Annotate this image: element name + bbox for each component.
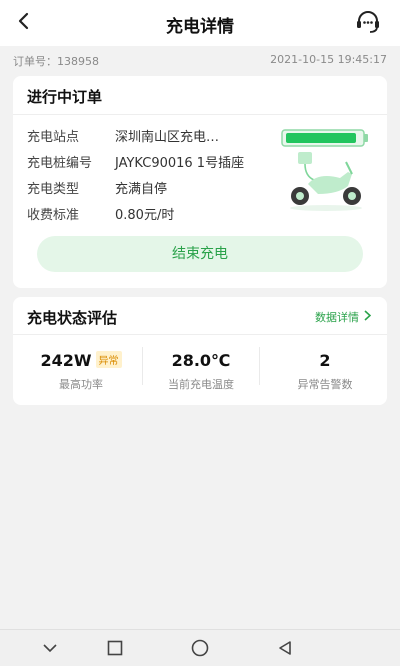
charging-status-title: 充电状态评估 <box>27 309 118 327</box>
system-navigation-bar <box>0 629 400 666</box>
nav-circle-icon[interactable] <box>188 638 212 658</box>
stat-value: 242W 异常 <box>23 351 139 370</box>
info-row-fee-standard: 收费标准 0.80元/时 <box>27 204 174 223</box>
active-order-card: 进行中订单 充电站点 深圳南山区充电… 充电桩编号 JAYKC90016 1号插… <box>13 76 387 288</box>
stat-value: 2 <box>319 351 331 370</box>
nav-square-icon[interactable] <box>103 638 127 658</box>
chevron-right-icon <box>364 310 372 324</box>
stat-alarm-count: 2 异常告警数 <box>267 351 383 392</box>
info-row-station: 充电站点 深圳南山区充电… <box>27 126 219 145</box>
info-key: 充电桩编号 <box>27 156 93 171</box>
stat-max-power: 242W 异常 最高功率 <box>23 351 139 392</box>
order-number-label: 订单号： <box>13 55 57 68</box>
order-number-value: 138958 <box>57 55 99 68</box>
order-number: 订单号：138958 <box>13 53 99 69</box>
max-power-value: 242W <box>40 351 92 370</box>
order-meta: 订单号：138958 2021-10-15 19:45:17 <box>13 53 387 69</box>
data-detail-label: 数据详情 <box>315 311 359 324</box>
divider <box>13 114 387 115</box>
charging-status-card: 充电状态评估 数据详情 242W 异常 最高功率 28.0℃ 当前充电温度 2 异… <box>13 297 387 405</box>
info-row-charge-type: 充电类型 充满自停 <box>27 178 167 197</box>
stat-label: 最高功率 <box>59 378 103 391</box>
stat-label: 异常告警数 <box>297 378 353 391</box>
info-value: 0.80元/时 <box>115 208 175 223</box>
info-key: 收费标准 <box>27 208 80 223</box>
info-value: JAYKC90016 1号插座 <box>115 156 245 171</box>
data-detail-link[interactable]: 数据详情 <box>315 309 372 325</box>
stat-divider <box>259 347 260 385</box>
info-value: 深圳南山区充电… <box>115 130 220 145</box>
support-button[interactable] <box>354 11 382 37</box>
info-value: 充满自停 <box>115 182 168 197</box>
info-key: 充电站点 <box>27 130 80 145</box>
active-order-title: 进行中订单 <box>27 88 103 106</box>
stat-current-temperature: 28.0℃ 当前充电温度 <box>143 351 259 392</box>
info-key: 充电类型 <box>27 182 80 197</box>
divider <box>13 334 387 335</box>
app-header: 充电详情 <box>0 0 400 46</box>
end-charging-button[interactable]: 结束充电 <box>37 236 363 272</box>
stat-label: 当前充电温度 <box>168 378 234 391</box>
nav-down-icon[interactable] <box>38 638 62 658</box>
info-row-pile-number: 充电桩编号 JAYKC90016 1号插座 <box>27 152 244 171</box>
headset-support-icon <box>355 10 381 38</box>
scooter-charging-icon <box>278 128 374 218</box>
page-title: 充电详情 <box>166 17 234 37</box>
order-datetime: 2021-10-15 19:45:17 <box>270 53 387 66</box>
abnormal-badge: 异常 <box>95 351 122 368</box>
stat-value: 28.0℃ <box>171 351 231 370</box>
nav-back-triangle-icon[interactable] <box>273 638 297 658</box>
